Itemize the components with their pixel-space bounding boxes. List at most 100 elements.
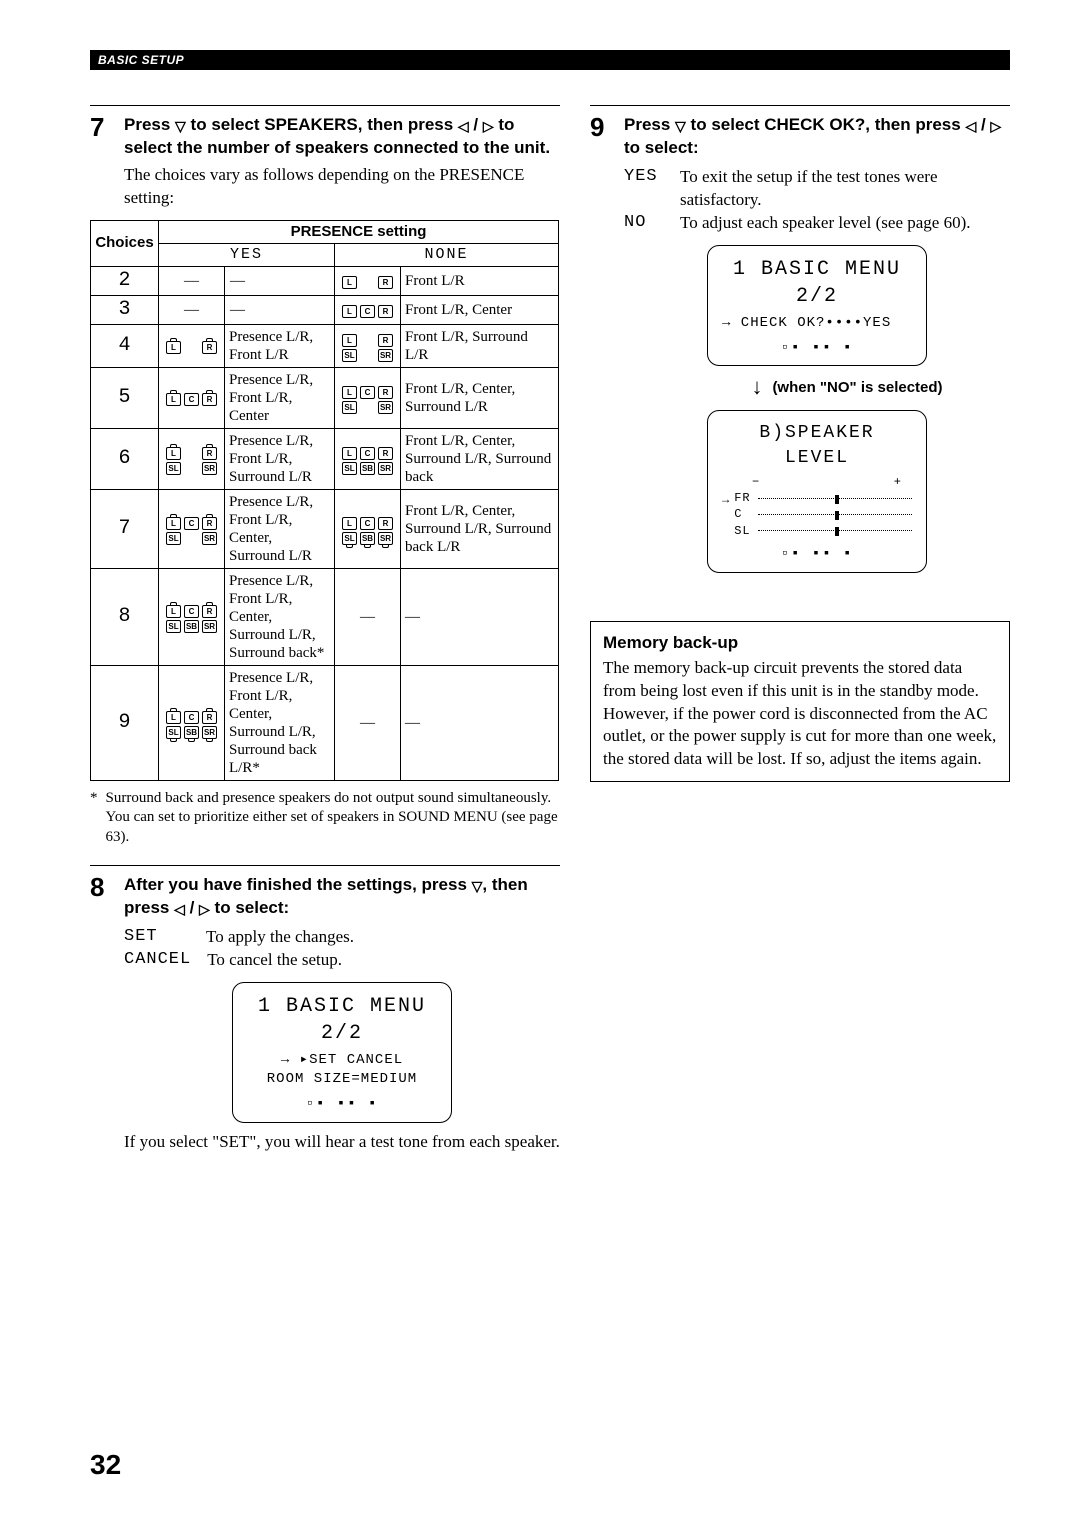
table-row: 8 LCRSLSBSR Presence L/R, Front L/R, Cen… — [91, 568, 559, 665]
speaker-diagram: LR — [335, 266, 401, 295]
table-footnote: * Surround back and presence speakers do… — [90, 789, 560, 848]
play-icon: ▸ — [300, 1052, 309, 1068]
th-presence: PRESENCE setting — [159, 220, 559, 243]
cell: — — [225, 266, 335, 295]
text: Press — [624, 115, 675, 134]
row-num: 8 — [91, 568, 159, 665]
text: to select CHECK OK?, then press — [686, 115, 966, 134]
speaker-diagram: LCR — [335, 295, 401, 324]
down-icon: ▽ — [175, 117, 186, 136]
lcd-speaker-icons: ▫▪ ▪▪ ▪ — [722, 545, 912, 564]
speaker-diagram: LCRSLSBSR — [159, 568, 225, 665]
right-icon: ▷ — [483, 117, 494, 136]
memory-backup-body: The memory back-up circuit prevents the … — [603, 657, 997, 772]
step-9-number: 9 — [590, 114, 610, 581]
cell: — — [401, 665, 559, 780]
speaker-diagram: LRSLSR — [335, 324, 401, 367]
option-set: SET To apply the changes. — [124, 926, 560, 949]
option-no: NO To adjust each speaker level (see pag… — [624, 212, 1010, 235]
text: SET — [309, 1052, 337, 1068]
speaker-diagram: LCR — [159, 367, 225, 428]
step-8-instruction: After you have finished the settings, pr… — [124, 874, 560, 920]
lcd-speaker-icons: ▫▪ ▪▪ ▪ — [247, 1095, 437, 1114]
section-header: BASIC SETUP — [90, 50, 1010, 70]
text: → — [281, 1052, 300, 1068]
cell: — — [225, 295, 335, 324]
cell: Front L/R, Center, Surround L/R, Surroun… — [401, 428, 559, 489]
option-value: To exit the setup if the test tones were… — [680, 166, 1010, 212]
cell: — — [159, 266, 225, 295]
footnote-text: Surround back and presence speakers do n… — [106, 789, 561, 848]
table-row: 9 LCRSLSBSR Presence L/R, Front L/R, Cen… — [91, 665, 559, 780]
slider-fr: FR — [734, 490, 912, 506]
cell: Presence L/R, Front L/R, Center, Surroun… — [225, 489, 335, 568]
left-icon: ◁ — [174, 900, 185, 919]
lcd-line: ROOM SIZE=MEDIUM — [247, 1070, 437, 1089]
text: CANCEL — [337, 1052, 403, 1068]
option-yes: YES To exit the setup if the test tones … — [624, 166, 1010, 212]
step-7-text: The choices vary as follows depending on… — [124, 164, 560, 210]
table-row: 3 — — LCR Front L/R, Center — [91, 295, 559, 324]
right-icon: ▷ — [990, 117, 1001, 136]
arrow-down-icon: ↓ — [751, 374, 762, 400]
text: to select SPEAKERS, then press — [186, 115, 458, 134]
option-key: CANCEL — [124, 949, 191, 972]
row-num: 6 — [91, 428, 159, 489]
text: to select: — [624, 138, 699, 157]
memory-backup-box: Memory back-up The memory back-up circui… — [590, 621, 1010, 783]
right-icon: ▷ — [199, 900, 210, 919]
cell: — — [335, 665, 401, 780]
option-key: YES — [624, 166, 664, 189]
table-row: 4 LR Presence L/R, Front L/R LRSLSR Fron… — [91, 324, 559, 367]
option-value: To cancel the setup. — [207, 949, 342, 972]
lcd-screen-basic-menu-set: 1 BASIC MENU 2/2 → ▸SET CANCEL ROOM SIZE… — [232, 982, 452, 1123]
page-number: 32 — [90, 1449, 121, 1481]
table-row: 5 LCR Presence L/R, Front L/R, Center LC… — [91, 367, 559, 428]
lcd-title: 1 BASIC MENU 2/2 — [722, 256, 912, 310]
speaker-diagram: LRSLSR — [159, 428, 225, 489]
row-num: 7 — [91, 489, 159, 568]
step-8-number: 8 — [90, 874, 110, 1153]
slider-label: C — [734, 506, 754, 522]
table-row: 7 LCRSLSR Presence L/R, Front L/R, Cente… — [91, 489, 559, 568]
down-icon: ▽ — [472, 877, 483, 896]
table-row: 2 — — LR Front L/R — [91, 266, 559, 295]
cell: Presence L/R, Front L/R, Center — [225, 367, 335, 428]
memory-backup-title: Memory back-up — [603, 632, 997, 655]
slider-sl: SL — [734, 523, 912, 539]
option-key: SET — [124, 926, 190, 949]
cell: — — [401, 568, 559, 665]
cell: — — [159, 295, 225, 324]
lcd-screen-speaker-level: B)SPEAKER LEVEL − + → FR — [707, 410, 927, 572]
left-icon: ◁ — [965, 117, 976, 136]
cell: Presence L/R, Front L/R, Center, Surroun… — [225, 568, 335, 665]
speaker-diagram: LCRSLSBSR — [335, 428, 401, 489]
minus-icon: − — [752, 474, 760, 490]
text: After you have finished the settings, pr… — [124, 875, 472, 894]
lcd-title: 1 BASIC MENU 2/2 — [247, 993, 437, 1047]
left-icon: ◁ — [458, 117, 469, 136]
down-icon: ▽ — [675, 117, 686, 136]
cell: Front L/R, Surround L/R — [401, 324, 559, 367]
cell: Presence L/R, Front L/R — [225, 324, 335, 367]
row-num: 4 — [91, 324, 159, 367]
step-7-instruction: Press ▽ to select SPEAKERS, then press ◁… — [124, 114, 560, 160]
plus-icon: + — [894, 474, 902, 490]
th-choices: Choices — [91, 220, 159, 266]
th-none: NONE — [335, 243, 559, 266]
arrow-right-icon: → — [722, 490, 730, 508]
cell: — — [335, 568, 401, 665]
no-selected-label: (when "NO" is selected) — [772, 379, 942, 396]
cell: Presence L/R, Front L/R, Center, Surroun… — [225, 665, 335, 780]
step-9-instruction: Press ▽ to select CHECK OK?, then press … — [624, 114, 1010, 160]
lcd-screen-check-ok: 1 BASIC MENU 2/2 → CHECK OK?••••YES ▫▪ ▪… — [707, 245, 927, 367]
lcd-title: B)SPEAKER LEVEL — [722, 421, 912, 470]
speaker-diagram: LCRSLSR — [159, 489, 225, 568]
slider-label: FR — [734, 490, 754, 506]
text: Press — [124, 115, 175, 134]
step-7-number: 7 — [90, 114, 110, 210]
th-yes: YES — [159, 243, 335, 266]
cell: Front L/R, Center — [401, 295, 559, 324]
presence-table: Choices PRESENCE setting YES NONE 2 — — … — [90, 220, 559, 781]
cell: Presence L/R, Front L/R, Surround L/R — [225, 428, 335, 489]
